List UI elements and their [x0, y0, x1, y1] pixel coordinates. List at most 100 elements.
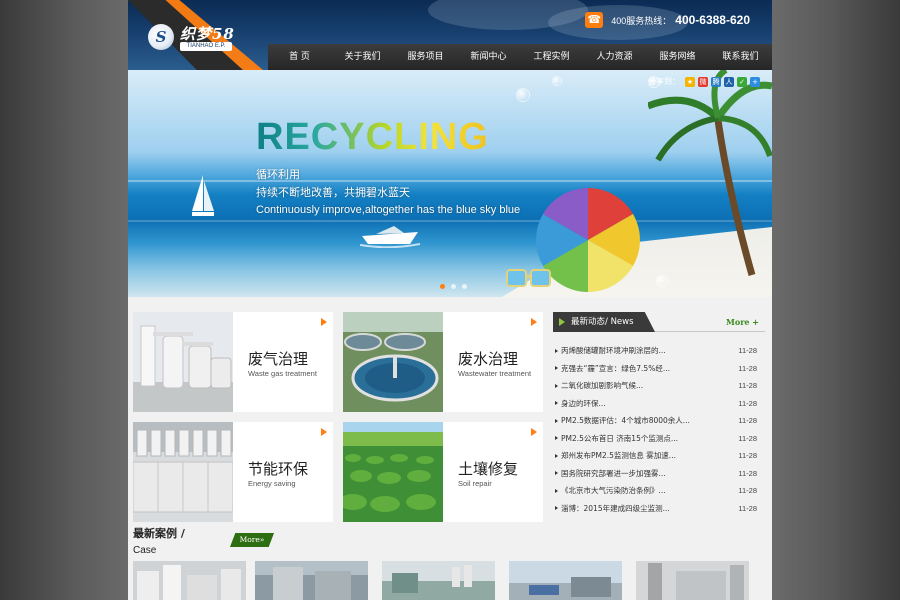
news-item[interactable]: 郑州发布PM2.5监测信息 雾加速... 11-28	[553, 447, 765, 465]
bullet-icon	[555, 418, 558, 423]
news-item-title[interactable]: 《北京市大气污染防治条例》...	[561, 485, 721, 496]
cases-more-button[interactable]: More»	[230, 533, 274, 547]
nav-hr[interactable]: 人力资源	[583, 44, 646, 70]
arrow-right-icon[interactable]	[321, 318, 327, 326]
banner-line-2: 持续不断地改善，共拥碧水蓝天	[256, 186, 410, 199]
nav-home[interactable]: 首 页	[268, 44, 331, 70]
soil-repair-photo	[343, 422, 443, 522]
service-tile-energy-saving[interactable]: 节能环保 Energy saving	[133, 422, 333, 522]
case-thumbnail[interactable]	[636, 561, 749, 600]
slider-dot[interactable]	[440, 284, 445, 289]
nav-projects[interactable]: 工程实例	[520, 44, 583, 70]
news-item-title[interactable]: PM2.5数据评估：4个城市8000余人...	[561, 415, 721, 426]
news-item-date: 11-28	[738, 433, 757, 443]
news-item-date: 11-28	[738, 346, 757, 356]
banner-line-3: Continuously improve,altogether has the …	[256, 204, 521, 216]
banner-line-1: 循环利用	[256, 168, 300, 181]
nav-news[interactable]: 新闻中心	[457, 44, 520, 70]
news-tab[interactable]: 最新动态/ News	[553, 312, 655, 332]
tile-subtitle: Soil repair	[458, 479, 492, 488]
play-icon	[559, 318, 565, 326]
bullet-icon	[555, 453, 558, 458]
cases-subtitle: Case	[133, 545, 157, 556]
news-item-date: 11-28	[738, 381, 757, 391]
news-item[interactable]: PM2.5数据评估：4个城市8000余人... 11-28	[553, 412, 765, 430]
bubble-graphic	[656, 275, 668, 287]
slider-dots	[440, 284, 467, 289]
weibo-icon[interactable]: 微	[698, 76, 708, 87]
service-tile-waste-gas[interactable]: 废气治理 Waste gas treatment	[133, 312, 333, 412]
news-item[interactable]: 《北京市大气污染防治条例》... 11-28	[553, 482, 765, 500]
case-thumbnail[interactable]	[382, 561, 495, 600]
energy-saving-photo	[133, 422, 233, 522]
tile-subtitle: Wastewater treatment	[458, 369, 532, 378]
news-item[interactable]: 淄博：2015年建成四级尘监测... 11-28	[553, 500, 765, 518]
case-thumbnail[interactable]	[133, 561, 246, 600]
bullet-icon	[555, 488, 558, 493]
bullet-icon	[555, 366, 558, 371]
bullet-icon	[555, 383, 558, 388]
case-thumbnail[interactable]	[255, 561, 368, 600]
palm-tree-icon	[648, 70, 772, 276]
renren-icon[interactable]: 人	[724, 76, 734, 87]
slider-dot[interactable]	[462, 284, 467, 289]
more-share-icon[interactable]: +	[750, 76, 760, 87]
nav-network[interactable]: 服务网络	[646, 44, 709, 70]
news-item-date: 11-28	[738, 468, 757, 478]
news-item-title[interactable]: 克强去“霾”宣言：绿色7.5%经...	[561, 363, 721, 374]
nav-services[interactable]: 服务项目	[394, 44, 457, 70]
news-item[interactable]: PM2.5公布首日 济南15个监测点... 11-28	[553, 430, 765, 448]
case-thumbnail[interactable]	[509, 561, 622, 600]
news-item-title[interactable]: 二氧化碳加剧影响气候...	[561, 380, 721, 391]
qzone-icon[interactable]: ★	[685, 76, 695, 87]
sailboat-icon	[192, 175, 214, 216]
tile-title: 土壤修复	[458, 460, 519, 478]
news-item-date: 11-28	[738, 416, 757, 426]
hero-banner[interactable]: RECYCLING 循环利用 持续不断地改善，共拥碧水蓝天 Continuous…	[128, 70, 772, 297]
hotline-label: 400服务热线：	[611, 15, 672, 26]
nav-about[interactable]: 关于我们	[331, 44, 394, 70]
speedboat-icon	[360, 226, 420, 248]
slider-dot[interactable]	[451, 284, 456, 289]
arrow-right-icon[interactable]	[531, 428, 537, 436]
tencent-weibo-icon[interactable]: 腾	[711, 76, 721, 87]
bullet-icon	[555, 401, 558, 406]
logo-icon[interactable]: S	[148, 24, 174, 50]
main-nav: 首 页 关于我们 服务项目 新闻中心 工程实例 人力资源 服务网络 联系我们	[268, 44, 772, 70]
bubble-graphic	[552, 76, 562, 86]
news-more-link[interactable]: More +	[726, 317, 759, 327]
header: S 织梦58 TIANHAO E.P. ☎ 400服务热线： 400-6388-…	[128, 0, 772, 70]
hotline: ☎ 400服务热线： 400-6388-620	[585, 12, 750, 28]
service-tile-soil-repair[interactable]: 土壤修复 Soil repair	[343, 422, 543, 522]
news-item-title[interactable]: 丙烯酸储罐耐环境冲刷涂层的...	[561, 345, 721, 356]
news-header: 最新动态/ News More +	[553, 312, 765, 332]
news-item-title[interactable]: 淄博：2015年建成四级尘监测...	[561, 503, 721, 514]
news-item-title[interactable]: PM2.5公布首日 济南15个监测点...	[561, 433, 721, 444]
tile-subtitle: Waste gas treatment	[248, 369, 317, 378]
arrow-right-icon[interactable]	[531, 318, 537, 326]
waste-gas-photo	[133, 312, 233, 412]
news-item[interactable]: 二氧化碳加剧影响气候... 11-28	[553, 377, 765, 395]
wechat-icon[interactable]: ✓	[737, 76, 747, 87]
bubble-graphic	[516, 88, 530, 102]
banner-title: RECYCLING	[256, 116, 489, 158]
news-item[interactable]: 丙烯酸储罐耐环境冲刷涂层的... 11-28	[553, 342, 765, 360]
arrow-right-icon[interactable]	[321, 428, 327, 436]
cases-title: 最新案例 /	[133, 527, 185, 540]
news-panel: 最新动态/ News More + 丙烯酸储罐耐环境冲刷涂层的... 11-28 …	[553, 312, 765, 522]
news-list: 丙烯酸储罐耐环境冲刷涂层的... 11-28 克强去“霾”宣言：绿色7.5%经..…	[553, 342, 765, 517]
news-item-title[interactable]: 国务院研究部署进一步加强雾...	[561, 468, 721, 479]
news-item-title[interactable]: 郑州发布PM2.5监测信息 雾加速...	[561, 450, 721, 461]
phone-icon: ☎	[585, 12, 604, 28]
logo-text[interactable]: 织梦58	[180, 23, 235, 44]
news-item-title[interactable]: 身边的环保...	[561, 398, 721, 409]
service-tile-wastewater[interactable]: 废水治理 Wastewater treatment	[343, 312, 543, 412]
news-item[interactable]: 克强去“霾”宣言：绿色7.5%经... 11-28	[553, 360, 765, 378]
bullet-icon	[555, 506, 558, 511]
bullet-icon	[555, 471, 558, 476]
news-item[interactable]: 身边的环保... 11-28	[553, 395, 765, 413]
news-item[interactable]: 国务院研究部署进一步加强雾... 11-28	[553, 465, 765, 483]
hotline-number: 400-6388-620	[675, 13, 750, 27]
nav-contact[interactable]: 联系我们	[709, 44, 772, 70]
bullet-icon	[555, 348, 558, 353]
